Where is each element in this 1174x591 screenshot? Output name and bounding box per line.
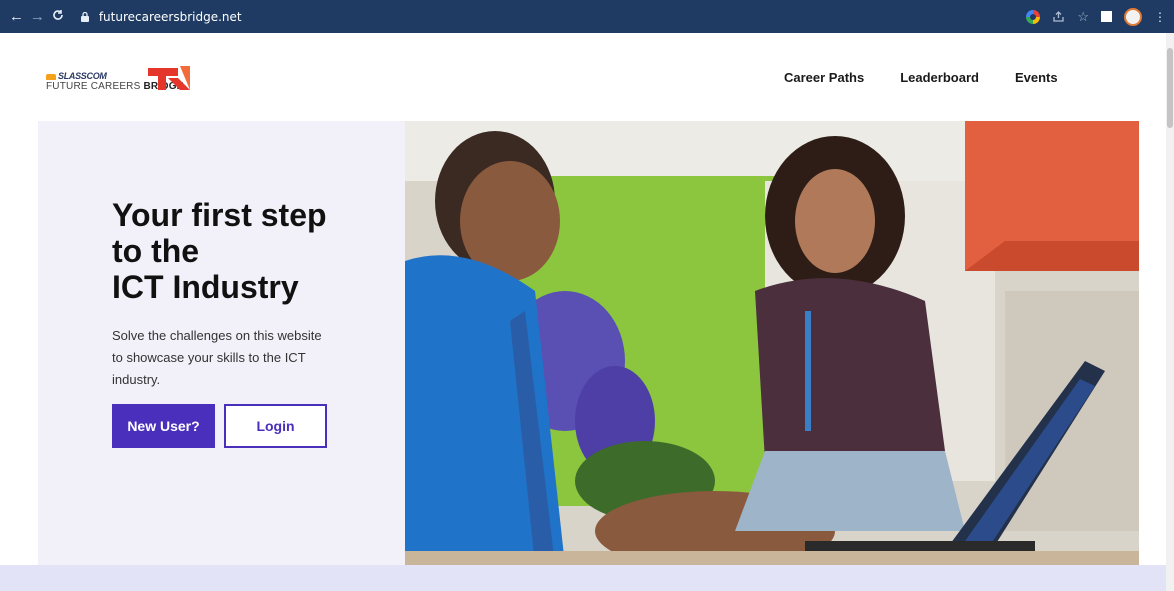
- slasscom-logo: SLASSCOM: [46, 71, 107, 81]
- page-scrollbar[interactable]: [1166, 33, 1174, 591]
- reload-icon[interactable]: [48, 8, 69, 25]
- bridge-logo-mark: [148, 66, 190, 90]
- hero-title: Your first step to the ICT Industry: [112, 197, 327, 305]
- bottom-band: [0, 565, 1166, 591]
- scrollbar-thumb[interactable]: [1167, 48, 1173, 128]
- url-text[interactable]: futurecareersbridge.net: [99, 10, 242, 24]
- address-bar[interactable]: futurecareersbridge.net: [79, 6, 1027, 28]
- nav-events[interactable]: Events: [1015, 70, 1058, 85]
- site-header: SLASSCOM FUTURE CAREERS BRIDGE Career Pa…: [0, 33, 1166, 121]
- forward-arrow-icon[interactable]: →: [27, 8, 48, 25]
- main-nav: Career Paths Leaderboard Events: [784, 70, 1058, 85]
- new-user-button[interactable]: New User?: [112, 404, 215, 448]
- sidepanel-icon[interactable]: [1101, 11, 1113, 22]
- hero-description: Solve the challenges on this website to …: [112, 328, 322, 387]
- nav-career-paths[interactable]: Career Paths: [784, 70, 864, 85]
- login-button[interactable]: Login: [224, 404, 327, 448]
- share-icon[interactable]: [1052, 10, 1065, 23]
- browser-toolbar: ← → futurecareersbridge.net ☆ ⋮: [0, 0, 1174, 33]
- google-icon[interactable]: [1026, 9, 1041, 24]
- site-logo[interactable]: SLASSCOM FUTURE CAREERS BRIDGE: [46, 59, 196, 99]
- profile-icon[interactable]: [1124, 7, 1143, 26]
- hero-panel: Your first step to the ICT Industry Solv…: [38, 121, 405, 565]
- page: SLASSCOM FUTURE CAREERS BRIDGE Career Pa…: [0, 33, 1174, 591]
- menu-icon[interactable]: ⋮: [1154, 10, 1166, 24]
- back-arrow-icon[interactable]: ←: [6, 8, 27, 25]
- lock-icon[interactable]: [79, 11, 91, 22]
- nav-leaderboard[interactable]: Leaderboard: [900, 70, 979, 85]
- hero-photo: [405, 121, 1139, 565]
- star-icon[interactable]: ☆: [1077, 9, 1089, 25]
